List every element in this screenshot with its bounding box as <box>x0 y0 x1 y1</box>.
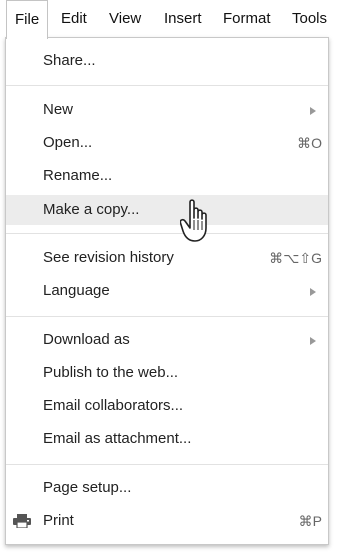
menu-bar: File Edit View Insert Format Tools <box>0 0 341 39</box>
submenu-arrow-icon <box>310 337 316 345</box>
menu-item-print[interactable]: Print ⌘P <box>6 506 328 536</box>
menu-item-label: Page setup... <box>43 479 132 496</box>
menu-format[interactable]: Format <box>223 0 271 38</box>
submenu-arrow-icon <box>310 288 316 296</box>
menu-item-label: Rename... <box>43 167 113 184</box>
menu-item-email-as-attachment[interactable]: Email as attachment... <box>6 424 328 454</box>
menu-item-label: Email as attachment... <box>43 430 192 447</box>
menu-item-label: Download as <box>43 331 130 348</box>
file-menu-dropdown: Share... New Open... ⌘O Rename... Make a… <box>5 37 329 545</box>
menu-item-label: New <box>43 101 74 118</box>
menu-item-label: Share... <box>43 52 96 69</box>
menu-file[interactable]: File <box>6 0 49 39</box>
shortcut-hint: ⌘O <box>297 135 322 151</box>
menu-item-page-setup[interactable]: Page setup... <box>6 473 328 503</box>
menu-tools[interactable]: Tools <box>292 0 327 38</box>
menu-item-label: Print <box>43 512 74 529</box>
menu-item-open[interactable]: Open... ⌘O <box>6 128 328 158</box>
printer-icon <box>13 514 31 528</box>
menu-item-new[interactable]: New <box>6 95 328 125</box>
menu-item-label: Email collaborators... <box>43 397 184 414</box>
menu-separator <box>6 85 328 86</box>
menu-item-label: Make a copy... <box>43 201 140 218</box>
menu-insert[interactable]: Insert <box>164 0 202 38</box>
menu-item-label: Language <box>43 282 110 299</box>
menu-item-email-collaborators[interactable]: Email collaborators... <box>6 391 328 421</box>
submenu-arrow-icon <box>310 107 316 115</box>
menu-separator <box>6 464 328 465</box>
menu-item-share[interactable]: Share... <box>6 46 328 76</box>
menu-edit[interactable]: Edit <box>61 0 87 38</box>
menu-item-rename[interactable]: Rename... <box>6 161 328 191</box>
menu-item-label: Publish to the web... <box>43 364 179 381</box>
menu-item-label: Open... <box>43 134 93 151</box>
menu-item-publish-to-web[interactable]: Publish to the web... <box>6 358 328 388</box>
shortcut-hint: ⌘P <box>298 513 322 529</box>
menu-view[interactable]: View <box>109 0 141 38</box>
menu-item-make-a-copy[interactable]: Make a copy... <box>6 195 328 225</box>
hand-pointer-icon <box>180 199 207 242</box>
menu-item-see-revision-history[interactable]: See revision history ⌘⌥⇧G <box>6 243 328 273</box>
menu-item-language[interactable]: Language <box>6 276 328 306</box>
shortcut-hint: ⌘⌥⇧G <box>269 250 322 266</box>
menu-item-download-as[interactable]: Download as <box>6 325 328 355</box>
menu-item-label: See revision history <box>43 249 174 266</box>
menu-separator <box>6 316 328 317</box>
menu-separator <box>6 233 328 234</box>
